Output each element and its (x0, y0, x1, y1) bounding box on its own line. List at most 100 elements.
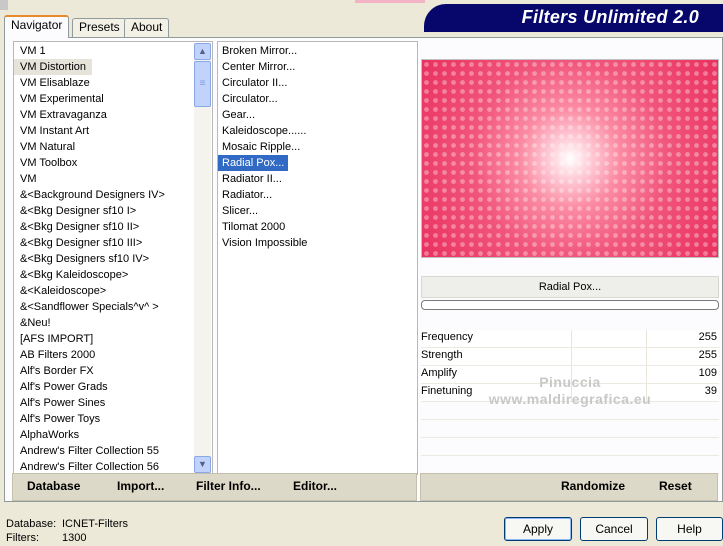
category-list[interactable]: VM 1 VM Distortion VM Elisablaze VM Experim… (13, 41, 213, 475)
filter-item-label: Mosaic Ripple... (222, 141, 301, 153)
filter-item-label: Radiator II... (222, 173, 282, 185)
category-item[interactable]: &<Background Designers IV> (14, 187, 212, 203)
category-item-label: &<Background Designers IV> (20, 189, 165, 201)
category-item[interactable]: Alf's Power Grads (14, 379, 212, 395)
scroll-down-button[interactable]: ▼ (194, 456, 211, 473)
category-item-label: &<Kaleidoscope> (20, 285, 107, 297)
radial-pattern (422, 60, 718, 257)
filter-item[interactable]: Circulator II... (218, 75, 417, 91)
cancel-button[interactable]: Cancel (580, 517, 648, 541)
category-item[interactable]: &<Bkg Designers sf10 IV> (14, 251, 212, 267)
category-item[interactable]: VM Toolbox (14, 155, 212, 171)
filter-item[interactable]: Circulator... (218, 91, 417, 107)
preview-image (421, 59, 719, 258)
filter-item[interactable]: Center Mirror... (218, 59, 417, 75)
import-button[interactable]: Import... (117, 479, 164, 493)
category-item-label: AlphaWorks (20, 429, 80, 441)
category-item-label: &<Bkg Kaleidoscope> (20, 269, 129, 281)
category-item-label: &<Bkg Designer sf10 II> (20, 221, 140, 233)
category-item-label: &<Bkg Designer sf10 III> (20, 237, 143, 249)
param-value: 255 (698, 331, 717, 343)
category-item[interactable]: VM Distortion (14, 59, 212, 75)
category-item-label: VM Toolbox (20, 157, 78, 169)
watermark-line2: www.maldiregrafica.eu (488, 391, 652, 407)
category-item[interactable]: &<Kaleidoscope> (14, 283, 212, 299)
filter-item[interactable]: Tilomat 2000 (218, 219, 417, 235)
category-item[interactable]: &<Bkg Kaleidoscope> (14, 267, 212, 283)
reset-button[interactable]: Reset (659, 479, 692, 493)
param-row-strength[interactable]: Strength 255 (421, 348, 719, 366)
category-item-label: VM 1 (20, 45, 46, 57)
category-item-label: Alf's Power Sines (20, 397, 106, 409)
category-scrollbar[interactable]: ▲ ≡ ▼ (194, 43, 211, 473)
database-button[interactable]: Database (27, 479, 80, 493)
filter-item-label: Circulator... (222, 93, 278, 105)
category-item[interactable]: VM Extravaganza (14, 107, 212, 123)
param-value: 255 (698, 349, 717, 361)
tab-navigator[interactable]: Navigator (4, 15, 70, 38)
param-row-empty (421, 456, 719, 474)
watermark-line1: Pinuccia (539, 374, 601, 390)
filter-item[interactable]: Radiator... (218, 187, 417, 203)
tab-about[interactable]: About (124, 18, 170, 37)
param-label: Frequency (421, 331, 473, 343)
help-button[interactable]: Help (656, 517, 723, 541)
category-item[interactable]: &<Bkg Designer sf10 I> (14, 203, 212, 219)
filter-item[interactable]: Radiator II... (218, 171, 417, 187)
category-item[interactable]: Andrew's Filter Collection 55 (14, 443, 212, 459)
category-item[interactable]: VM Elisablaze (14, 75, 212, 91)
filter-item[interactable]: Slicer... (218, 203, 417, 219)
window-edge (0, 0, 8, 10)
filter-item[interactable]: Mosaic Ripple... (218, 139, 417, 155)
filter-items: Broken Mirror... Center Mirror... Circulat… (218, 42, 417, 251)
app-logo: Filters Unlimited 2.0 (424, 4, 723, 30)
editor-button[interactable]: Editor... (293, 479, 337, 493)
filter-list[interactable]: Broken Mirror... Center Mirror... Circulat… (217, 41, 418, 475)
category-item-label: [AFS IMPORT] (20, 333, 94, 345)
category-item[interactable]: AB Filters 2000 (14, 347, 212, 363)
scroll-thumb[interactable]: ≡ (194, 61, 211, 107)
category-item-label: &Neu! (20, 317, 51, 329)
param-row-frequency[interactable]: Frequency 255 (421, 330, 719, 348)
toolbar-left: Database Import... Filter Info... Editor… (12, 473, 417, 501)
category-item[interactable]: Alf's Power Toys (14, 411, 212, 427)
filter-item[interactable]: Gear... (218, 107, 417, 123)
category-item[interactable]: VM Experimental (14, 91, 212, 107)
category-item[interactable]: AlphaWorks (14, 427, 212, 443)
category-item[interactable]: &Neu! (14, 315, 212, 331)
tab-presets[interactable]: Presets (72, 18, 127, 37)
category-item-label: Alf's Border FX (20, 365, 94, 377)
filter-item[interactable]: Radial Pox... (218, 155, 417, 171)
category-item[interactable]: &<Bkg Designer sf10 II> (14, 219, 212, 235)
apply-button[interactable]: Apply (504, 517, 572, 541)
category-item-label: Alf's Power Toys (20, 413, 101, 425)
category-item[interactable]: VM Instant Art (14, 123, 212, 139)
filter-item[interactable]: Broken Mirror... (218, 43, 417, 59)
filter-item[interactable]: Vision Impossible (218, 235, 417, 251)
logo-underline (424, 30, 723, 32)
category-item[interactable]: &<Sandflower Specials^v^ > (14, 299, 212, 315)
scroll-up-button[interactable]: ▲ (194, 43, 211, 60)
randomize-button[interactable]: Randomize (561, 479, 625, 493)
filter-item-label: Slicer... (222, 205, 259, 217)
watermark: Pinuccia www.maldiregrafica.eu (421, 374, 719, 408)
category-item-label: VM (20, 173, 37, 185)
category-item-label: VM Experimental (20, 93, 104, 105)
category-item[interactable]: VM 1 (14, 43, 212, 59)
category-item[interactable]: &<Bkg Designer sf10 III> (14, 235, 212, 251)
category-item-label: Andrew's Filter Collection 55 (20, 445, 160, 457)
filter-info-button[interactable]: Filter Info... (196, 479, 261, 493)
category-item-label: AB Filters 2000 (20, 349, 96, 361)
filter-item[interactable]: Kaleidoscope...... (218, 123, 417, 139)
category-item[interactable]: Alf's Border FX (14, 363, 212, 379)
category-item[interactable]: Alf's Power Sines (14, 395, 212, 411)
slider-track[interactable] (497, 348, 719, 365)
category-item[interactable]: VM Natural (14, 139, 212, 155)
category-item-label: VM Elisablaze (20, 77, 90, 89)
category-item[interactable]: [AFS IMPORT] (14, 331, 212, 347)
slider-track[interactable] (497, 330, 719, 347)
category-item-label: &<Bkg Designer sf10 I> (20, 205, 137, 217)
param-row-empty (421, 420, 719, 438)
background-strip (355, 0, 425, 3)
category-item[interactable]: VM (14, 171, 212, 187)
